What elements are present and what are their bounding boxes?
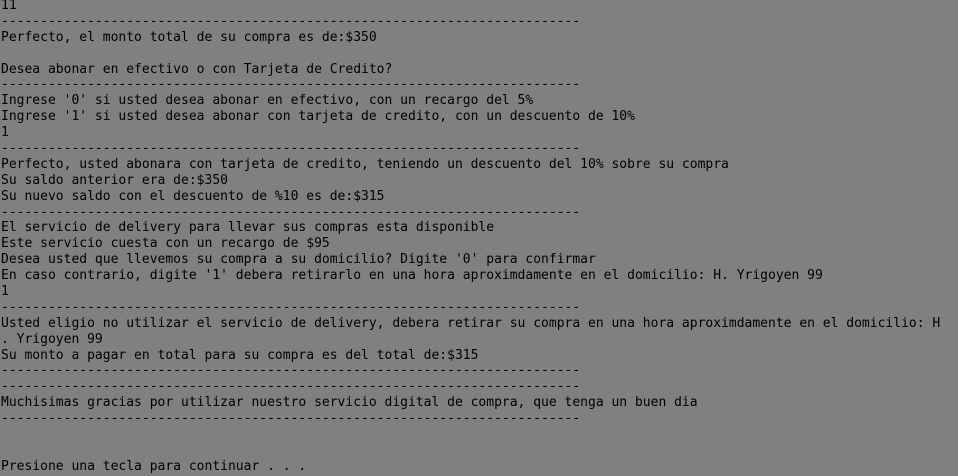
console-line: Usted eligio no utilizar el servicio de … [1, 315, 941, 331]
console-line: Ingrese '0' si usted desea abonar en efe… [1, 93, 534, 109]
console-line: El servicio de delivery para llevar sus … [1, 220, 495, 236]
console-line: ----------------------------------------… [1, 299, 581, 315]
console-line: Su monto a pagar en total para su compra… [1, 347, 479, 363]
console-line: ----------------------------------------… [1, 13, 581, 29]
console-line: En caso contrario, digite '1' debera ret… [1, 268, 823, 284]
console-output[interactable]: 11 --------------------------------------… [1, 0, 958, 476]
console-line: 11 [1, 0, 17, 13]
console-line: 1 [1, 125, 9, 141]
console-line: ----------------------------------------… [1, 204, 581, 220]
console-line: Ingrese '1' si usted desea abonar con ta… [1, 109, 635, 125]
console-line: Muchisimas gracias por utilizar nuestro … [1, 395, 698, 411]
console-line: Su saldo anterior era de:$350 [1, 172, 228, 188]
console-line: ----------------------------------------… [1, 363, 581, 379]
console-line: Perfecto, el monto total de su compra es… [1, 29, 377, 45]
console-line: ----------------------------------------… [1, 379, 581, 395]
console-line: ----------------------------------------… [1, 411, 581, 427]
console-line: ----------------------------------------… [1, 141, 581, 157]
console-line: Su nuevo saldo con el descuento de %10 e… [1, 188, 385, 204]
console-line: Este servicio cuesta con un recargo de $… [1, 236, 330, 252]
console-line: 1 [1, 284, 9, 300]
console-line: Presione una tecla para continuar . . . [1, 458, 307, 474]
console-line: Desea abonar en efectivo o con Tarjeta d… [1, 61, 393, 77]
console-line: Perfecto, usted abonara con tarjeta de c… [1, 156, 729, 172]
console-line: Desea usted que llevemos su compra a su … [1, 252, 596, 268]
console-line: ----------------------------------------… [1, 77, 581, 93]
console-line: . Yrigoyen 99 [1, 331, 103, 347]
